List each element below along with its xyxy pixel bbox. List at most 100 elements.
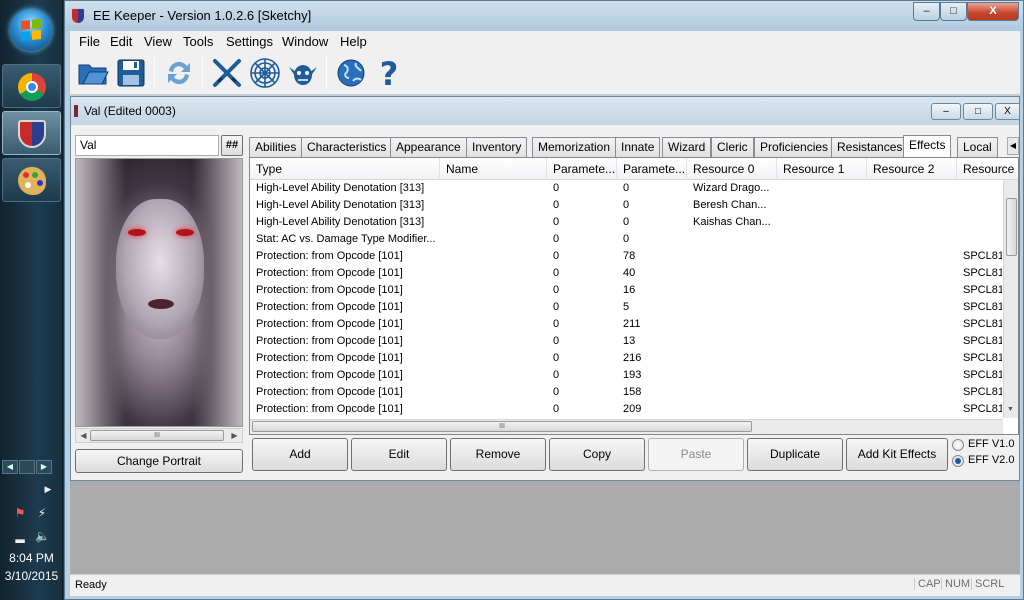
eff-v2-radio-dot[interactable] [952, 455, 964, 467]
scroll-left-icon[interactable]: ◀ [76, 429, 91, 442]
tab-cleric[interactable]: Cleric [711, 137, 754, 157]
taskbar-ee-keeper[interactable] [2, 111, 61, 155]
effects-vertical-scroll-thumb[interactable] [1006, 198, 1017, 256]
tab-memorization[interactable]: Memorization [532, 137, 617, 157]
close-button[interactable]: X [967, 2, 1019, 21]
column-header[interactable]: Resource 0 [687, 158, 777, 180]
tray-scroll-left-icon[interactable]: ◀ [2, 460, 18, 474]
table-row[interactable]: Protection: from Opcode [101] 0 13 SPCL817 [250, 333, 1002, 350]
action-center-flag-icon[interactable]: ⚑ [13, 506, 27, 520]
character-name-field[interactable]: Val [75, 135, 219, 156]
app-shield-icon[interactable] [71, 8, 85, 24]
tab-characteristics[interactable]: Characteristics [301, 137, 393, 157]
table-row[interactable]: Protection: from Opcode [101] 0 209 SPCL817 [250, 401, 1002, 418]
eff-v1-radio[interactable]: EFF V1.0 [952, 438, 1022, 452]
table-row[interactable]: High-Level Ability Denotation [313] 0 0 Ber… [250, 197, 1002, 214]
table-row[interactable]: Stat: AC vs. Damage Type Modifier... 0 0 [250, 231, 1002, 248]
mdi-workspace: Val (Edited 0003) – □ X Val ## ◀ III ▶ C… [70, 96, 1020, 574]
column-header[interactable]: Paramete... [547, 158, 617, 180]
add-kit-effects-button[interactable]: Add Kit Effects [846, 438, 948, 471]
remove-effect-button[interactable]: Remove [450, 438, 546, 471]
table-row[interactable]: Protection: from Opcode [101] 0 211 SPCL817 [250, 316, 1002, 333]
taskbar-chrome[interactable] [2, 64, 61, 108]
tab-effects[interactable]: Effects [903, 135, 952, 157]
column-header[interactable]: Name [440, 158, 547, 180]
column-header[interactable]: Type [250, 158, 440, 180]
globe-icon[interactable] [334, 56, 368, 90]
menu-edit[interactable]: Edit [110, 34, 132, 49]
taskbar-paint[interactable] [2, 158, 61, 202]
tab-abilities[interactable]: Abilities [249, 137, 303, 157]
table-row[interactable]: Protection: from Opcode [101] 0 158 SPCL817 [250, 384, 1002, 401]
help-question-icon[interactable]: ? [372, 56, 406, 90]
menu-window[interactable]: Window [282, 34, 328, 49]
menu-settings[interactable]: Settings [226, 34, 273, 49]
eff-v1-radio-dot[interactable] [952, 439, 964, 451]
title-bar[interactable]: EE Keeper - Version 1.0.2.6 [Sketchy] – … [65, 1, 1023, 31]
portrait-scroll-thumb[interactable]: III [90, 430, 224, 441]
tab-innate[interactable]: Innate [615, 137, 661, 157]
clock-time[interactable]: 8:04 PM [0, 551, 63, 565]
effects-horizontal-scrollbar[interactable]: III [250, 419, 1003, 434]
change-portrait-button[interactable]: Change Portrait [75, 449, 243, 473]
scroll-down-icon[interactable]: ▼ [1007, 406, 1014, 413]
start-button[interactable] [10, 9, 52, 51]
table-row[interactable]: Protection: from Opcode [101] 0 40 SPCL814 [250, 265, 1002, 282]
tab-wizard[interactable]: Wizard [662, 137, 712, 157]
hash-button[interactable]: ## [221, 135, 243, 156]
tray-scroll-right-icon[interactable]: ▶ [36, 460, 52, 474]
table-row[interactable]: Protection: from Opcode [101] 0 5 SPCL817 [250, 299, 1002, 316]
maximize-button[interactable]: □ [940, 2, 967, 21]
save-disk-icon[interactable] [114, 56, 148, 90]
table-row[interactable]: Protection: from Opcode [101] 0 193 SPCL817 [250, 367, 1002, 384]
portrait-lips [148, 299, 174, 309]
tab-proficiencies[interactable]: Proficiencies [754, 137, 835, 157]
open-folder-icon[interactable] [76, 56, 110, 90]
spider-web-icon[interactable] [248, 56, 282, 90]
duplicate-effect-button[interactable]: Duplicate [747, 438, 843, 471]
tab-local[interactable]: Local [957, 137, 998, 157]
table-row[interactable]: Protection: from Opcode [101] 0 216 SPCL817 [250, 350, 1002, 367]
column-header[interactable]: Resource 2 [867, 158, 957, 180]
table-cell: Protection: from Opcode [101] [256, 352, 403, 364]
character-window-title-bar[interactable]: Val (Edited 0003) – □ X [71, 97, 1019, 125]
effects-vertical-scrollbar[interactable]: ▼ [1003, 180, 1018, 418]
tab-appearance[interactable]: Appearance [390, 137, 467, 157]
volume-speaker-icon[interactable]: 🔈 [35, 529, 50, 543]
add-effect-button[interactable]: Add [252, 438, 348, 471]
menu-file[interactable]: File [79, 34, 100, 49]
table-row[interactable]: Protection: from Opcode [101] 0 78 SPCL814 [250, 248, 1002, 265]
power-plug-icon[interactable]: ⚡ [35, 506, 49, 520]
column-header[interactable]: Paramete... [617, 158, 687, 180]
child-minimize-button[interactable]: – [931, 103, 961, 120]
menu-tools[interactable]: Tools [183, 34, 213, 49]
copy-effect-button[interactable]: Copy [549, 438, 645, 471]
minimize-button[interactable]: – [913, 2, 940, 21]
tab-inventory[interactable]: Inventory [466, 137, 528, 157]
column-header[interactable]: Resource 1 [777, 158, 867, 180]
menu-help[interactable]: Help [340, 34, 367, 49]
eff-v2-radio[interactable]: EFF V2.0 [952, 454, 1022, 468]
paste-effect-button[interactable]: Paste [648, 438, 744, 471]
child-maximize-button[interactable]: □ [963, 103, 993, 120]
refresh-icon[interactable] [162, 56, 196, 90]
column-header[interactable]: Resource [957, 158, 1018, 180]
portrait-horizontal-scrollbar[interactable]: ◀ III ▶ [75, 428, 243, 443]
clock-date[interactable]: 3/10/2015 [0, 569, 63, 583]
show-hidden-icons-icon[interactable]: ▶ [41, 482, 55, 496]
table-row[interactable]: Protection: from Opcode [101] 0 16 SPCL814 [250, 282, 1002, 299]
menu-view[interactable]: View [144, 34, 172, 49]
effects-horizontal-scroll-thumb[interactable]: III [252, 421, 752, 432]
edit-effect-button[interactable]: Edit [351, 438, 447, 471]
goblin-icon[interactable] [286, 56, 320, 90]
tab-resistances[interactable]: Resistances [831, 137, 909, 157]
crossed-swords-icon[interactable] [210, 56, 244, 90]
child-close-button[interactable]: X [995, 103, 1019, 120]
tabs-scroll-icon[interactable]: ◀ [1007, 137, 1019, 155]
table-row[interactable]: High-Level Ability Denotation [313] 0 0 Wiz… [250, 180, 1002, 197]
table-row[interactable]: High-Level Ability Denotation [313] 0 0 Kai… [250, 214, 1002, 231]
scroll-right-icon[interactable]: ▶ [227, 429, 242, 442]
tray-box-icon[interactable] [19, 460, 35, 474]
table-cell: Protection: from Opcode [101] [256, 369, 403, 381]
network-signal-icon[interactable]: ▂ [13, 529, 27, 543]
